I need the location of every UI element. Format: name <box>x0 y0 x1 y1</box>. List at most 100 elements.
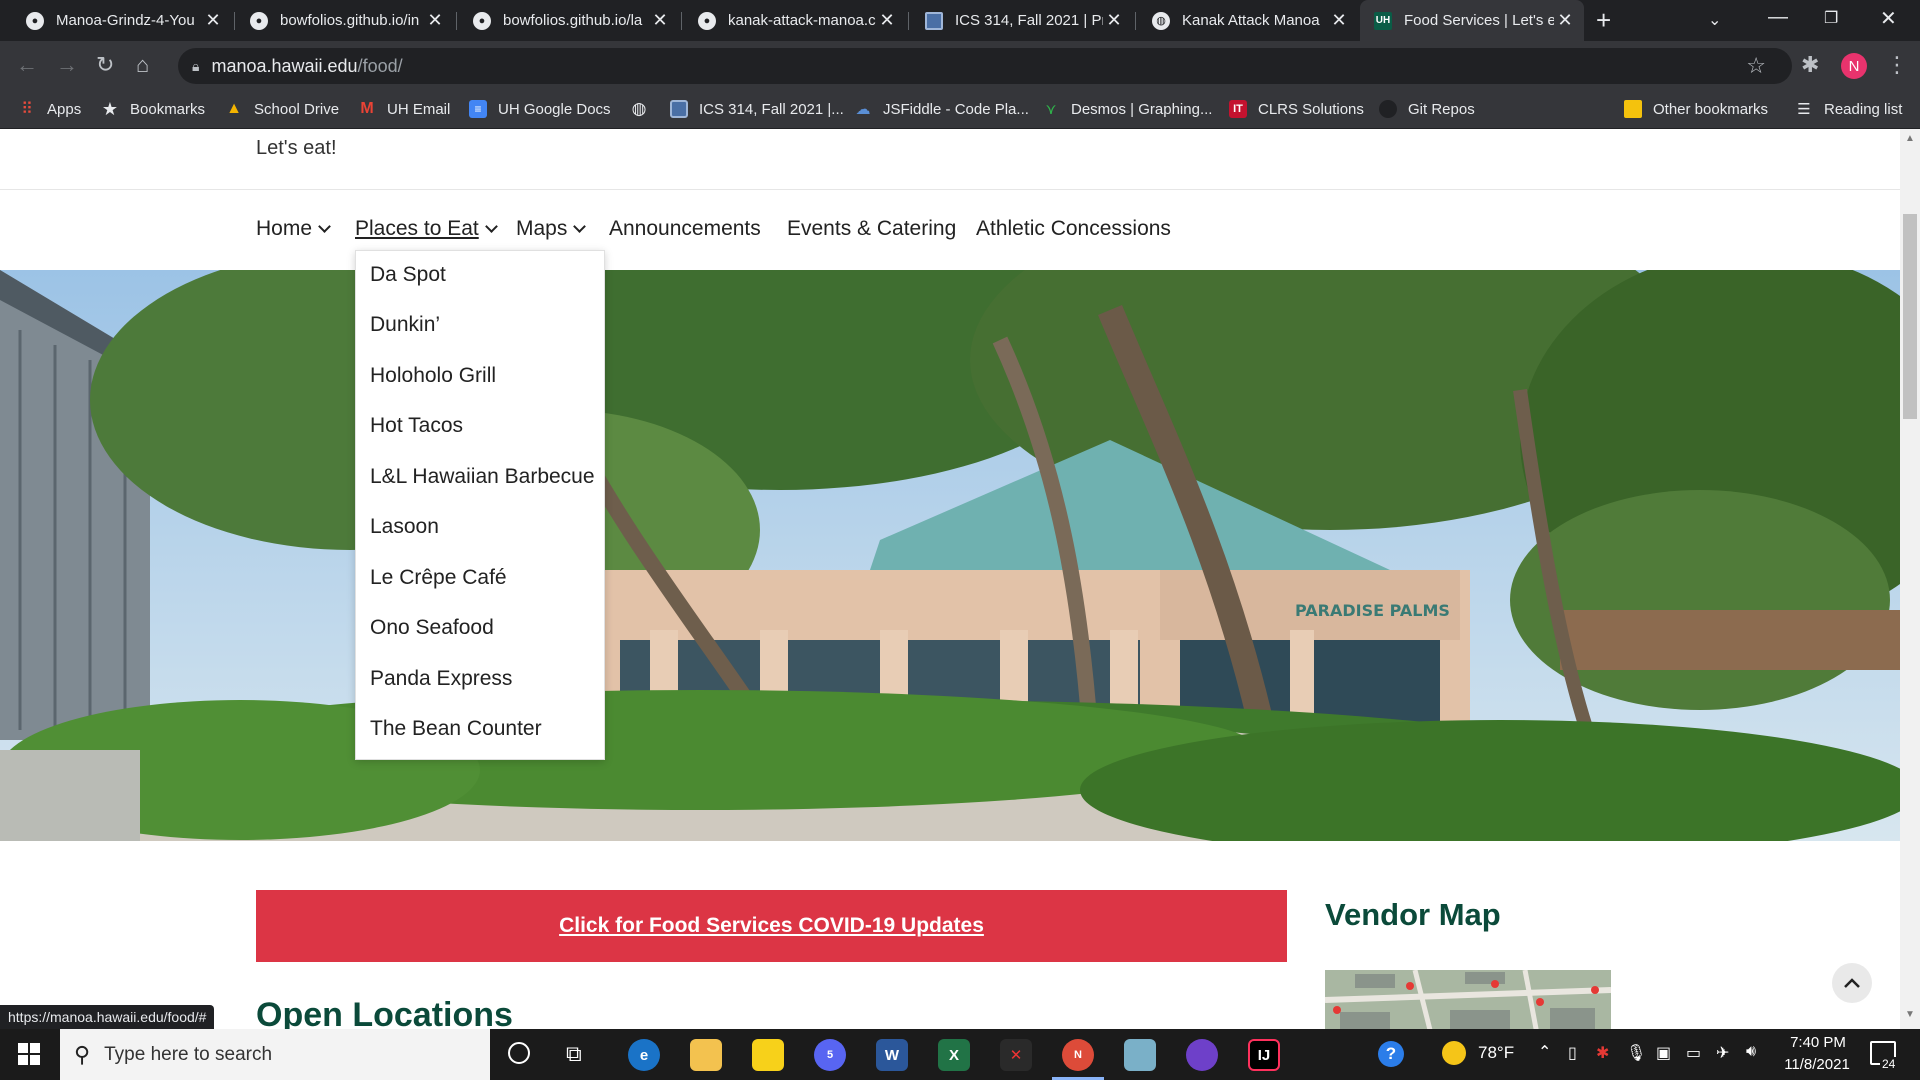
vendor-map-thumbnail[interactable] <box>1325 970 1611 1029</box>
minimize-icon[interactable]: — <box>1768 6 1788 29</box>
dropdown-item-hot-tacos[interactable]: Hot Tacos <box>370 414 463 438</box>
bookmark-apps[interactable]: ⠿ Apps <box>18 89 81 129</box>
scroll-down-arrow-icon[interactable]: ▼ <box>1905 1009 1915 1020</box>
dropdown-item-lasoon[interactable]: Lasoon <box>370 515 439 539</box>
bookmark-bookmarks[interactable]: ★ Bookmarks <box>101 89 205 129</box>
new-tab-icon[interactable]: + <box>1596 6 1611 34</box>
window-close-icon[interactable]: ✕ <box>1880 6 1897 31</box>
show-hidden-icons-chevron-icon[interactable]: ⌃ <box>1538 1042 1551 1062</box>
chrome-menu-icon[interactable]: ⋮ <box>1886 51 1908 79</box>
bookmark-git-repos[interactable]: Git Repos <box>1379 89 1475 129</box>
page-scrollbar[interactable]: ▲ ▼ <box>1900 129 1920 1029</box>
dropdown-item-da-spot[interactable]: Da Spot <box>370 263 446 287</box>
dropdown-item-holoholo-grill[interactable]: Holoholo Grill <box>370 364 496 388</box>
windows-start-icon[interactable] <box>18 1043 40 1065</box>
display-icon[interactable]: ▣ <box>1656 1043 1671 1063</box>
scroll-to-top-button[interactable] <box>1832 963 1872 1003</box>
bookmark-ics314[interactable]: ICS 314, Fall 2021 |... <box>670 89 844 129</box>
dropdown-item-the-bean-counter[interactable]: The Bean Counter <box>370 717 542 741</box>
nav-places-to-eat[interactable]: Places to Eat <box>355 217 498 241</box>
close-tab-icon[interactable]: ✕ <box>1328 10 1350 31</box>
weather-temp[interactable]: 78°F <box>1478 1043 1514 1063</box>
battery-icon[interactable]: ▭ <box>1686 1043 1701 1063</box>
reading-list[interactable]: ☰ Reading list <box>1795 89 1902 129</box>
address-bar[interactable]: 🔒︎ manoa.hawaii.edu/food/ ☆ <box>178 48 1792 84</box>
bookmark-jsfiddle[interactable]: ☁ JSFiddle - Code Pla... <box>854 89 1029 129</box>
notes-app-icon[interactable] <box>1124 1039 1156 1071</box>
chrome-icon[interactable]: N <box>1062 1039 1094 1071</box>
microphone-icon[interactable]: 🎙︎ <box>1626 1043 1646 1063</box>
close-tab-icon[interactable]: ✕ <box>424 10 446 31</box>
bookmark-label: UH Google Docs <box>498 100 611 118</box>
airplane-mode-icon[interactable]: ✈ <box>1716 1043 1729 1063</box>
nav-announcements[interactable]: Announcements <box>609 217 761 241</box>
task-view-icon[interactable]: ⧉ <box>566 1041 582 1067</box>
dropdown-item-panda-express[interactable]: Panda Express <box>370 667 512 691</box>
tab-bowfolios-la[interactable]: ● bowfolios.github.io/la ✕ <box>459 0 679 41</box>
dropdown-item-ono-seafood[interactable]: Ono Seafood <box>370 616 494 640</box>
close-tab-icon[interactable]: ✕ <box>202 10 224 31</box>
clock-time[interactable]: 7:40 PM <box>1785 1034 1851 1051</box>
close-tab-icon[interactable]: ✕ <box>649 10 671 31</box>
nav-home[interactable]: Home <box>256 217 331 241</box>
file-explorer-icon[interactable] <box>690 1039 722 1071</box>
home-icon[interactable]: ⌂ <box>136 51 149 79</box>
cortana-icon[interactable] <box>508 1042 530 1064</box>
bookmark-uh-google-docs[interactable]: ≡ UH Google Docs <box>469 89 611 129</box>
close-tab-icon[interactable]: ✕ <box>876 10 898 31</box>
folder-icon <box>1624 100 1642 118</box>
taskbar-search-box[interactable]: ⚲ Type here to search <box>60 1029 490 1080</box>
tab-manoa-grindz[interactable]: ● Manoa-Grindz-4-You ✕ <box>12 0 232 41</box>
intellij-icon[interactable]: IJ <box>1248 1039 1280 1071</box>
tab-search-chevron-icon[interactable]: ⌄ <box>1708 10 1721 30</box>
bookmark-desmos[interactable]: ⋎ Desmos | Graphing... <box>1042 89 1213 129</box>
github-desktop-icon[interactable] <box>1186 1039 1218 1071</box>
close-tab-icon[interactable]: ✕ <box>1554 10 1576 31</box>
bookmark-uh-email[interactable]: M UH Email <box>358 89 450 129</box>
scroll-up-arrow-icon[interactable]: ▲ <box>1905 133 1915 144</box>
volume-icon[interactable]: 🔊︎ <box>1746 1043 1756 1061</box>
discord-icon[interactable]: 5 <box>814 1039 846 1071</box>
bookmark-clrs[interactable]: IT CLRS Solutions <box>1229 89 1364 129</box>
github-icon: ● <box>473 11 491 30</box>
tab-ics314[interactable]: ICS 314, Fall 2021 | Pr ✕ <box>911 0 1133 41</box>
clock-date[interactable]: 11/8/2021 <box>1777 1056 1857 1073</box>
tab-kanak-attack-manoa[interactable]: ◍ Kanak Attack Manoa ✕ <box>1138 0 1358 41</box>
scrollbar-thumb[interactable] <box>1903 214 1917 419</box>
help-icon[interactable]: ? <box>1378 1041 1404 1067</box>
tray-app-icon[interactable]: ✱ <box>1596 1043 1609 1063</box>
nav-maps[interactable]: Maps <box>516 217 587 241</box>
profile-avatar[interactable]: N <box>1841 53 1867 79</box>
dropdown-item-le-crepe-cafe[interactable]: Le Crêpe Café <box>370 566 507 590</box>
covid-updates-link[interactable]: Click for Food Services COVID-19 Updates <box>559 914 984 938</box>
back-icon[interactable]: ← <box>16 51 38 79</box>
sticky-notes-icon[interactable] <box>752 1039 784 1071</box>
edge-icon[interactable]: e <box>628 1039 660 1071</box>
nav-label: Maps <box>516 217 568 240</box>
forward-icon[interactable]: → <box>56 51 78 79</box>
extensions-icon[interactable]: ✱ <box>1801 51 1819 79</box>
reload-icon[interactable]: ↻ <box>96 51 114 79</box>
word-icon[interactable]: W <box>876 1039 908 1071</box>
tab-bowfolios-in[interactable]: ● bowfolios.github.io/in ✕ <box>236 0 454 41</box>
weather-moon-icon[interactable] <box>1442 1041 1466 1065</box>
app-tool-icon[interactable]: ✕ <box>1000 1039 1032 1071</box>
bookmark-school-drive[interactable]: ▲ School Drive <box>225 89 339 129</box>
bookmark-star-icon[interactable]: ☆ <box>1746 53 1766 79</box>
tab-kanak-attack-github[interactable]: ● kanak-attack-manoa.c ✕ <box>684 0 906 41</box>
nav-athletic-concessions[interactable]: Athletic Concessions <box>976 217 1171 241</box>
page-icon <box>925 11 943 30</box>
covid-updates-banner[interactable]: Click for Food Services COVID-19 Updates <box>256 890 1287 962</box>
tab-food-services[interactable]: UH Food Services | Let's e ✕ <box>1360 0 1584 41</box>
restore-icon[interactable]: ❐ <box>1824 8 1838 28</box>
tray-device-icon[interactable]: ▯ <box>1568 1043 1577 1063</box>
dropdown-item-dunkin[interactable]: Dunkin’ <box>370 313 440 337</box>
dropdown-item-ll-hawaiian-barbecue[interactable]: L&L Hawaiian Barbecue <box>370 465 595 489</box>
lock-icon[interactable]: 🔒︎ <box>192 58 199 75</box>
bookmark-other[interactable]: Other bookmarks <box>1624 89 1768 129</box>
tab-title: bowfolios.github.io/la <box>503 12 643 29</box>
close-tab-icon[interactable]: ✕ <box>1103 10 1125 31</box>
excel-icon[interactable]: X <box>938 1039 970 1071</box>
bookmark-globe[interactable]: ◍ <box>630 89 659 129</box>
nav-events-catering[interactable]: Events & Catering <box>787 217 956 241</box>
